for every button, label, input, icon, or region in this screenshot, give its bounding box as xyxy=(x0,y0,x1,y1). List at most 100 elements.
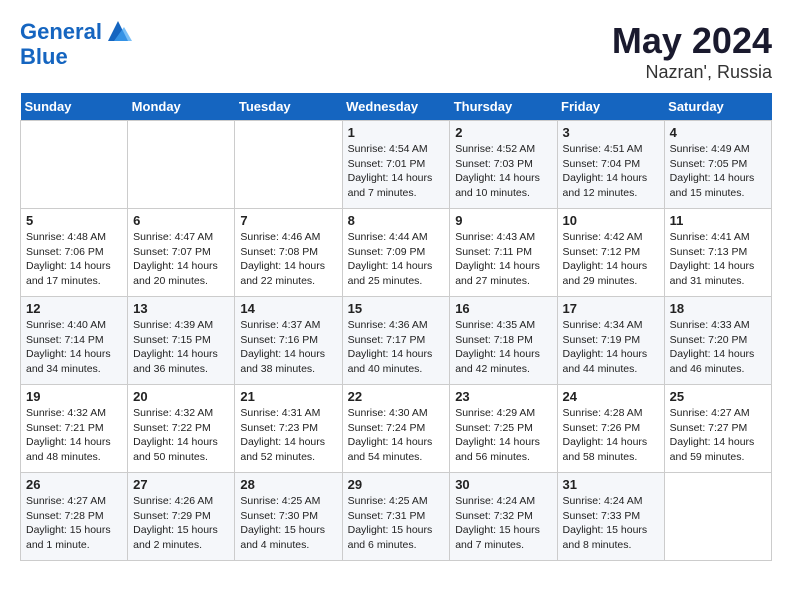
weekday-header: Wednesday xyxy=(342,93,450,121)
day-info: Sunrise: 4:41 AM Sunset: 7:13 PM Dayligh… xyxy=(670,230,766,289)
calendar-cell: 12 Sunrise: 4:40 AM Sunset: 7:14 PM Dayli… xyxy=(21,297,128,385)
calendar-cell: 14 Sunrise: 4:37 AM Sunset: 7:16 PM Dayli… xyxy=(235,297,342,385)
day-info: Sunrise: 4:34 AM Sunset: 7:19 PM Dayligh… xyxy=(563,318,659,377)
calendar-table: SundayMondayTuesdayWednesdayThursdayFrid… xyxy=(20,93,772,561)
day-number: 8 xyxy=(348,213,445,228)
calendar-cell: 5 Sunrise: 4:48 AM Sunset: 7:06 PM Daylig… xyxy=(21,209,128,297)
calendar-cell: 31Sunrise: 4:24 AM Sunset: 7:33 PM Dayli… xyxy=(557,473,664,561)
day-info: Sunrise: 4:27 AM Sunset: 7:28 PM Dayligh… xyxy=(26,494,122,553)
calendar-title: May 2024 xyxy=(612,20,772,62)
day-info: Sunrise: 4:35 AM Sunset: 7:18 PM Dayligh… xyxy=(455,318,551,377)
day-number: 19 xyxy=(26,389,122,404)
calendar-subtitle: Nazran', Russia xyxy=(612,62,772,83)
day-info: Sunrise: 4:29 AM Sunset: 7:25 PM Dayligh… xyxy=(455,406,551,465)
calendar-cell xyxy=(664,473,771,561)
day-info: Sunrise: 4:26 AM Sunset: 7:29 PM Dayligh… xyxy=(133,494,229,553)
calendar-cell: 4Sunrise: 4:49 AM Sunset: 7:05 PM Daylig… xyxy=(664,121,771,209)
calendar-cell: 29 Sunrise: 4:25 AM Sunset: 7:31 PM Dayli… xyxy=(342,473,450,561)
calendar-cell: 25Sunrise: 4:27 AM Sunset: 7:27 PM Dayli… xyxy=(664,385,771,473)
calendar-cell: 6 Sunrise: 4:47 AM Sunset: 7:07 PM Daylig… xyxy=(128,209,235,297)
day-info: Sunrise: 4:40 AM Sunset: 7:14 PM Dayligh… xyxy=(26,318,122,377)
calendar-week-row: 12 Sunrise: 4:40 AM Sunset: 7:14 PM Dayli… xyxy=(21,297,772,385)
logo-blue: Blue xyxy=(20,45,132,69)
day-number: 29 xyxy=(348,477,445,492)
calendar-cell: 7 Sunrise: 4:46 AM Sunset: 7:08 PM Daylig… xyxy=(235,209,342,297)
day-info: Sunrise: 4:46 AM Sunset: 7:08 PM Dayligh… xyxy=(240,230,336,289)
day-number: 4 xyxy=(670,125,766,140)
weekday-header: Tuesday xyxy=(235,93,342,121)
weekday-header: Friday xyxy=(557,93,664,121)
day-number: 9 xyxy=(455,213,551,228)
logo: General Blue xyxy=(20,20,132,69)
calendar-cell: 21Sunrise: 4:31 AM Sunset: 7:23 PM Dayli… xyxy=(235,385,342,473)
calendar-week-row: 1 Sunrise: 4:54 AM Sunset: 7:01 PM Daylig… xyxy=(21,121,772,209)
day-info: Sunrise: 4:24 AM Sunset: 7:32 PM Dayligh… xyxy=(455,494,551,553)
day-info: Sunrise: 4:28 AM Sunset: 7:26 PM Dayligh… xyxy=(563,406,659,465)
day-info: Sunrise: 4:51 AM Sunset: 7:04 PM Dayligh… xyxy=(563,142,659,201)
weekday-header: Sunday xyxy=(21,93,128,121)
day-number: 7 xyxy=(240,213,336,228)
day-number: 11 xyxy=(670,213,766,228)
day-number: 18 xyxy=(670,301,766,316)
day-number: 1 xyxy=(348,125,445,140)
day-number: 31 xyxy=(563,477,659,492)
day-number: 28 xyxy=(240,477,336,492)
day-info: Sunrise: 4:48 AM Sunset: 7:06 PM Dayligh… xyxy=(26,230,122,289)
day-number: 5 xyxy=(26,213,122,228)
calendar-cell: 18 Sunrise: 4:33 AM Sunset: 7:20 PM Dayli… xyxy=(664,297,771,385)
calendar-cell: 17 Sunrise: 4:34 AM Sunset: 7:19 PM Dayli… xyxy=(557,297,664,385)
day-number: 12 xyxy=(26,301,122,316)
day-info: Sunrise: 4:42 AM Sunset: 7:12 PM Dayligh… xyxy=(563,230,659,289)
day-info: Sunrise: 4:39 AM Sunset: 7:15 PM Dayligh… xyxy=(133,318,229,377)
day-info: Sunrise: 4:27 AM Sunset: 7:27 PM Dayligh… xyxy=(670,406,766,465)
calendar-cell: 11 Sunrise: 4:41 AM Sunset: 7:13 PM Dayli… xyxy=(664,209,771,297)
day-info: Sunrise: 4:31 AM Sunset: 7:23 PM Dayligh… xyxy=(240,406,336,465)
day-info: Sunrise: 4:25 AM Sunset: 7:30 PM Dayligh… xyxy=(240,494,336,553)
day-number: 22 xyxy=(348,389,445,404)
logo-text: General xyxy=(20,20,132,45)
day-number: 16 xyxy=(455,301,551,316)
day-info: Sunrise: 4:33 AM Sunset: 7:20 PM Dayligh… xyxy=(670,318,766,377)
day-info: Sunrise: 4:25 AM Sunset: 7:31 PM Dayligh… xyxy=(348,494,445,553)
day-info: Sunrise: 4:54 AM Sunset: 7:01 PM Dayligh… xyxy=(348,142,445,201)
weekday-header: Saturday xyxy=(664,93,771,121)
calendar-cell xyxy=(235,121,342,209)
calendar-cell: 15Sunrise: 4:36 AM Sunset: 7:17 PM Dayli… xyxy=(342,297,450,385)
day-info: Sunrise: 4:32 AM Sunset: 7:22 PM Dayligh… xyxy=(133,406,229,465)
day-number: 23 xyxy=(455,389,551,404)
day-number: 17 xyxy=(563,301,659,316)
day-info: Sunrise: 4:47 AM Sunset: 7:07 PM Dayligh… xyxy=(133,230,229,289)
day-number: 27 xyxy=(133,477,229,492)
calendar-cell xyxy=(21,121,128,209)
weekday-header: Monday xyxy=(128,93,235,121)
day-number: 2 xyxy=(455,125,551,140)
day-number: 13 xyxy=(133,301,229,316)
calendar-cell: 2Sunrise: 4:52 AM Sunset: 7:03 PM Daylig… xyxy=(450,121,557,209)
calendar-cell: 9 Sunrise: 4:43 AM Sunset: 7:11 PM Daylig… xyxy=(450,209,557,297)
calendar-cell xyxy=(128,121,235,209)
day-info: Sunrise: 4:32 AM Sunset: 7:21 PM Dayligh… xyxy=(26,406,122,465)
day-number: 10 xyxy=(563,213,659,228)
calendar-cell: 19 Sunrise: 4:32 AM Sunset: 7:21 PM Dayli… xyxy=(21,385,128,473)
calendar-cell: 20Sunrise: 4:32 AM Sunset: 7:22 PM Dayli… xyxy=(128,385,235,473)
calendar-week-row: 5 Sunrise: 4:48 AM Sunset: 7:06 PM Daylig… xyxy=(21,209,772,297)
weekday-header-row: SundayMondayTuesdayWednesdayThursdayFrid… xyxy=(21,93,772,121)
day-number: 3 xyxy=(563,125,659,140)
calendar-cell: 23 Sunrise: 4:29 AM Sunset: 7:25 PM Dayli… xyxy=(450,385,557,473)
page-header: General Blue May 2024 Nazran', Russia xyxy=(20,20,772,83)
day-number: 15 xyxy=(348,301,445,316)
day-number: 24 xyxy=(563,389,659,404)
day-info: Sunrise: 4:30 AM Sunset: 7:24 PM Dayligh… xyxy=(348,406,445,465)
day-number: 6 xyxy=(133,213,229,228)
calendar-cell: 22 Sunrise: 4:30 AM Sunset: 7:24 PM Dayli… xyxy=(342,385,450,473)
day-info: Sunrise: 4:37 AM Sunset: 7:16 PM Dayligh… xyxy=(240,318,336,377)
calendar-cell: 3 Sunrise: 4:51 AM Sunset: 7:04 PM Daylig… xyxy=(557,121,664,209)
day-number: 14 xyxy=(240,301,336,316)
calendar-cell: 27 Sunrise: 4:26 AM Sunset: 7:29 PM Dayli… xyxy=(128,473,235,561)
day-info: Sunrise: 4:43 AM Sunset: 7:11 PM Dayligh… xyxy=(455,230,551,289)
calendar-cell: 10 Sunrise: 4:42 AM Sunset: 7:12 PM Dayli… xyxy=(557,209,664,297)
calendar-cell: 24 Sunrise: 4:28 AM Sunset: 7:26 PM Dayli… xyxy=(557,385,664,473)
day-number: 30 xyxy=(455,477,551,492)
calendar-cell: 13 Sunrise: 4:39 AM Sunset: 7:15 PM Dayli… xyxy=(128,297,235,385)
calendar-week-row: 26Sunrise: 4:27 AM Sunset: 7:28 PM Dayli… xyxy=(21,473,772,561)
